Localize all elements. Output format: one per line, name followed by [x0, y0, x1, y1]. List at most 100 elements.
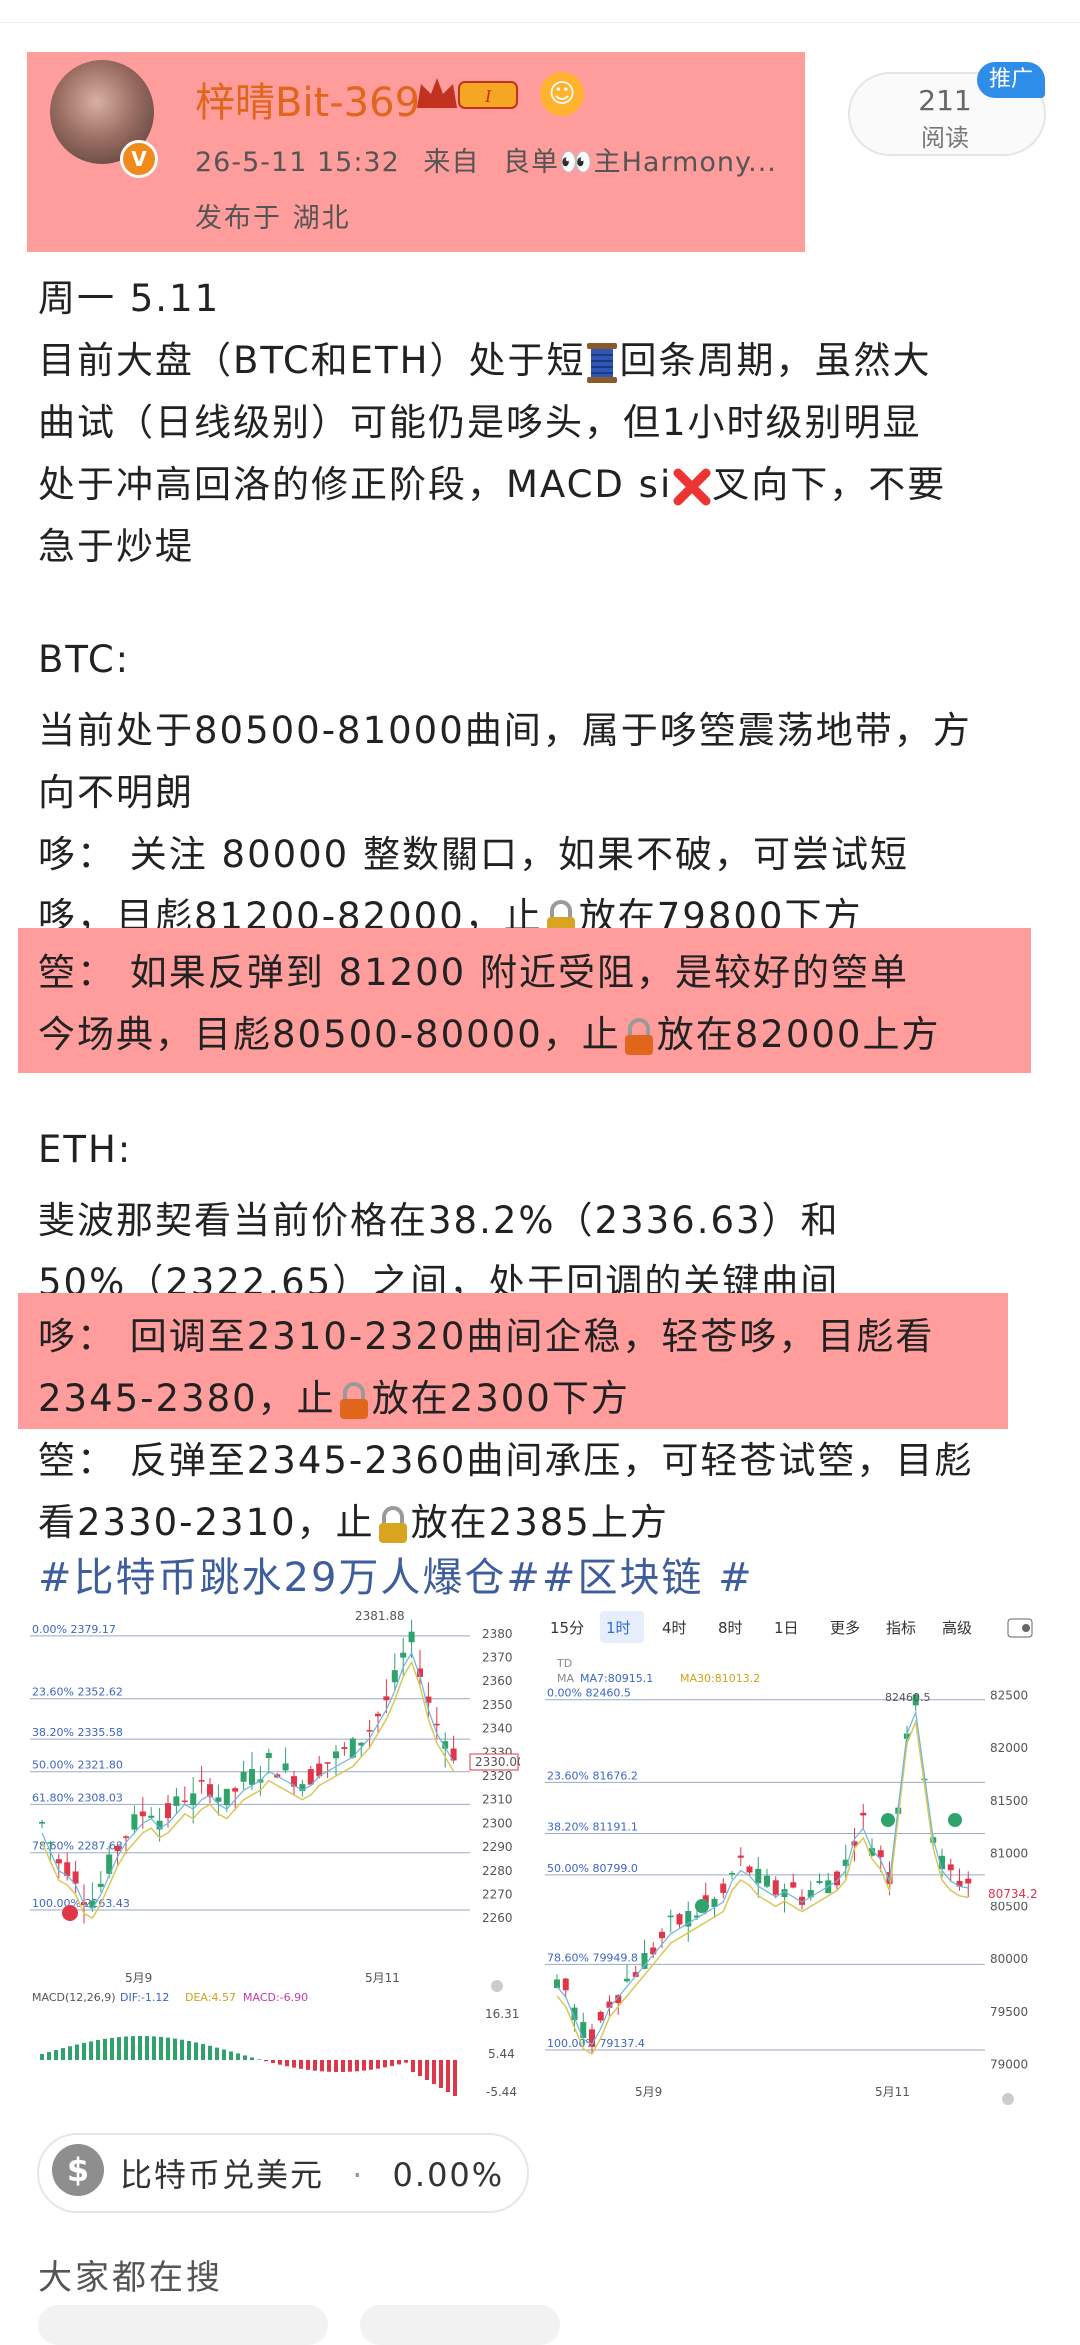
- author-name[interactable]: 梓晴Bit-369: [195, 70, 420, 128]
- macd-bar: [96, 2040, 100, 2060]
- chart-tab[interactable]: 1日: [774, 1619, 799, 1637]
- macd-bar: [243, 2055, 247, 2060]
- promo-badge[interactable]: 推广: [977, 62, 1045, 98]
- body-line: ETH:: [38, 1128, 133, 1171]
- price-tick: 2370: [482, 1651, 513, 1665]
- candle-body: [181, 1800, 188, 1803]
- price-tick: 2380: [482, 1627, 513, 1641]
- chart-tab[interactable]: 更多: [830, 1619, 860, 1637]
- candle-body: [720, 1883, 727, 1893]
- macd-bar: [320, 2060, 324, 2072]
- candle-body: [223, 1788, 230, 1806]
- chart-tab[interactable]: 8时: [718, 1619, 743, 1637]
- macd-bar: [432, 2060, 436, 2084]
- candle-body: [375, 1713, 381, 1717]
- btc-chart-image[interactable]: 15分 1时 4时 8时 1日 更多 指标 高级 TD MA MA7:80915.1 MA30…: [545, 1605, 1050, 2110]
- price-tick: 82500: [990, 1689, 1028, 1703]
- ticker-name: 比特币兑美元: [120, 2156, 325, 2194]
- body-line: BTC:: [38, 638, 131, 681]
- price-tick: 2260: [482, 1911, 513, 1925]
- post-datetime: 26-5-11 15:32: [195, 147, 400, 178]
- lock-icon: [378, 1505, 407, 1543]
- macd-dea: DEA:4.57: [185, 1991, 236, 2004]
- thread-spool-icon: [587, 342, 618, 383]
- dollar-icon: $: [52, 2144, 104, 2196]
- vip-crown-icon: I: [417, 78, 518, 109]
- post-source[interactable]: 良单👀主Harmony...: [503, 147, 777, 178]
- candle-body: [641, 1953, 648, 1969]
- ma7-label: MA7:80915.1: [580, 1672, 653, 1685]
- fib-label: 0.00% 2379.17: [32, 1623, 116, 1636]
- body-line: 今场典，目彪80500-80000，止 放在82000上方: [38, 1004, 940, 1058]
- candle-body: [240, 1771, 247, 1782]
- candle-body: [55, 1859, 62, 1864]
- hashtag-link[interactable]: #比特币跳水29万人爆仓##区块链 #: [38, 1545, 754, 1603]
- macd-bar: [236, 2053, 240, 2060]
- eth-chart-image[interactable]: 0.00% 2379.17 23.60% 2352.62 38.20% 2335.5…: [30, 1608, 520, 2108]
- candle-body: [249, 1769, 255, 1785]
- macd-bar: [110, 2037, 114, 2060]
- chart-tab[interactable]: 15分: [550, 1619, 584, 1637]
- macd-bar: [418, 2060, 422, 2076]
- candle-body: [232, 1788, 239, 1792]
- ma30-label: MA30:81013.2: [680, 1672, 760, 1685]
- buy-marker-icon: [695, 1899, 709, 1913]
- candle-body: [772, 1880, 779, 1895]
- cross-mark-icon: [673, 468, 711, 505]
- chart-tab[interactable]: 1时: [606, 1619, 631, 1637]
- price-tick: 2340: [482, 1722, 513, 1736]
- candle-body: [366, 1730, 373, 1732]
- price-tick: 81500: [990, 1794, 1028, 1808]
- price-tick: 2290: [482, 1840, 513, 1854]
- candle-body: [650, 1947, 657, 1955]
- macd-bar: [54, 2050, 58, 2060]
- macd-tick: -5.44: [486, 2085, 517, 2099]
- candle-body: [729, 1872, 735, 1875]
- candle-body: [408, 1631, 415, 1643]
- chart-tab[interactable]: 高级: [942, 1619, 972, 1637]
- macd-bar: [453, 2060, 457, 2096]
- candle-body: [198, 1780, 205, 1782]
- chart-tab[interactable]: 指标: [886, 1619, 916, 1637]
- ma-label: MA: [557, 1672, 574, 1685]
- price-tick: 81000: [990, 1847, 1028, 1861]
- macd-bar: [362, 2060, 366, 2071]
- candle-body: [764, 1875, 770, 1887]
- top-divider: [0, 0, 1080, 23]
- candle-body: [39, 1821, 45, 1824]
- macd-bar: [208, 2045, 212, 2060]
- candle-body: [131, 1814, 138, 1830]
- candle-body: [215, 1797, 222, 1802]
- chart-tab[interactable]: 4时: [662, 1619, 687, 1637]
- candle-body: [173, 1796, 180, 1806]
- read-label: 阅读: [921, 124, 969, 152]
- sell-marker-icon: [62, 1905, 78, 1921]
- lock-icon: [624, 1017, 653, 1055]
- price-tick: 2320: [482, 1769, 513, 1783]
- fib-label: 61.80% 2308.03: [32, 1791, 123, 1804]
- macd-bar: [369, 2060, 373, 2070]
- date-label: 5月11: [365, 1971, 400, 1985]
- post-location: 发布于 湖北: [195, 203, 351, 234]
- fib-label: 0.00% 82460.5: [547, 1687, 631, 1700]
- section-title: 大家都在搜: [38, 2258, 223, 2298]
- macd-bar: [257, 2059, 261, 2060]
- macd-bar: [299, 2060, 303, 2069]
- search-suggestion-pill[interactable]: [38, 2305, 328, 2345]
- ticker-text[interactable]: 比特币兑美元 · 0.00%: [120, 2150, 504, 2196]
- price-tick: 2310: [482, 1793, 513, 1807]
- macd-bar: [117, 2037, 121, 2060]
- macd-value: MACD:-6.90: [243, 1991, 308, 2004]
- candle-body: [667, 1915, 674, 1918]
- buy-marker-icon: [948, 1813, 962, 1827]
- price-tick: 2270: [482, 1887, 513, 1901]
- search-suggestion-pill[interactable]: [360, 2305, 560, 2345]
- macd-bar: [327, 2060, 331, 2072]
- candle-body: [391, 1670, 398, 1683]
- fan-emoji-icon: ☺: [540, 72, 584, 116]
- macd-bar: [250, 2057, 254, 2060]
- macd-bar: [278, 2060, 282, 2065]
- ticker-change: 0.00%: [392, 2156, 505, 2194]
- candle-body: [324, 1762, 331, 1764]
- macd-bar: [47, 2052, 51, 2060]
